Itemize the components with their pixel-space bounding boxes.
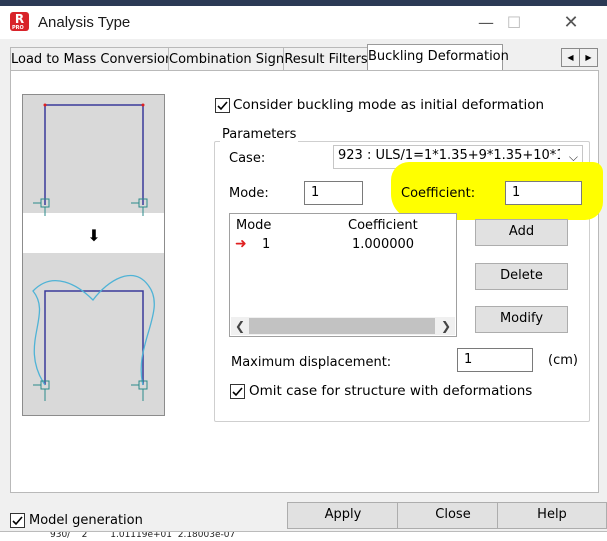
scrollbar-thumb[interactable] bbox=[249, 318, 435, 334]
parameters-legend: Parameters bbox=[220, 127, 299, 142]
mode-coefficient-list[interactable]: Mode Coefficient ➜ 1 1.000000 ❮ ❯ bbox=[229, 213, 457, 337]
buckling-preview-image: ⬇ bbox=[22, 94, 165, 416]
frame-diagram-icon: ⬇ bbox=[23, 103, 164, 401]
coefficient-label: Coefficient: bbox=[401, 186, 476, 201]
tab-scroll-left-button[interactable]: ◀ bbox=[561, 48, 580, 67]
mode-label: Mode: bbox=[229, 186, 269, 201]
scroll-left-icon[interactable]: ❮ bbox=[231, 317, 249, 335]
max-displacement-label: Maximum displacement: bbox=[231, 355, 392, 370]
max-displacement-input[interactable]: 1 bbox=[457, 348, 533, 372]
tab-scroll-arrows: ◀ ▶ bbox=[561, 48, 598, 67]
case-select-value: 923 : ULS/1=1*1.35+9*1.35+10*1. bbox=[338, 148, 560, 163]
list-item-mode: 1 bbox=[262, 237, 271, 252]
svg-text:⬇: ⬇ bbox=[87, 226, 100, 245]
delete-button[interactable]: Delete bbox=[475, 263, 568, 290]
maximize-button: ☐ bbox=[506, 13, 522, 32]
list-header-mode: Mode bbox=[236, 218, 272, 233]
model-generation-checkbox[interactable] bbox=[10, 513, 25, 528]
horizontal-scrollbar[interactable]: ❮ ❯ bbox=[231, 317, 455, 335]
title-bar: R PRO Analysis Type — ☐ ✕ bbox=[0, 6, 607, 39]
check-mark-icon bbox=[217, 101, 228, 111]
list-item-coefficient: 1.000000 bbox=[352, 237, 415, 252]
close-button[interactable]: Close bbox=[397, 502, 509, 529]
tab-buckling-deformation[interactable]: Buckling Deformation bbox=[367, 44, 509, 71]
list-header-coefficient: Coefficient bbox=[348, 218, 418, 233]
consider-buckling-checkbox[interactable] bbox=[215, 98, 230, 113]
window-title: Analysis Type bbox=[38, 14, 131, 31]
max-displacement-unit: (cm) bbox=[548, 353, 578, 368]
tab-combination-sign[interactable]: Combination Sign bbox=[168, 47, 284, 71]
model-generation-label: Model generation bbox=[29, 513, 143, 528]
add-button[interactable]: Add bbox=[475, 219, 568, 246]
tab-scroll-right-button[interactable]: ▶ bbox=[579, 48, 598, 67]
apply-button[interactable]: Apply bbox=[287, 502, 399, 529]
modify-button[interactable]: Modify bbox=[475, 306, 568, 333]
close-window-button[interactable]: ✕ bbox=[548, 6, 594, 39]
tab-result-filters[interactable]: Result Filters bbox=[283, 47, 369, 71]
omit-case-checkbox[interactable] bbox=[230, 384, 245, 399]
case-label: Case: bbox=[229, 151, 266, 166]
coefficient-input[interactable]: 1 bbox=[505, 181, 582, 205]
omit-case-label: Omit case for structure with deformation… bbox=[249, 383, 533, 399]
check-mark-icon bbox=[12, 516, 23, 526]
list-item[interactable]: ➜ 1 1.000000 bbox=[232, 236, 452, 254]
help-button[interactable]: Help bbox=[497, 502, 607, 529]
mode-input[interactable]: 1 bbox=[304, 181, 363, 205]
current-row-arrow-icon: ➜ bbox=[235, 236, 247, 252]
scroll-right-icon[interactable]: ❯ bbox=[437, 317, 455, 335]
check-mark-icon bbox=[232, 387, 243, 397]
consider-buckling-label: Consider buckling mode as initial deform… bbox=[233, 97, 545, 113]
tab-load-to-mass-conversion[interactable]: Load to Mass Conversion bbox=[10, 47, 173, 71]
robot-app-icon: R PRO bbox=[10, 12, 29, 31]
